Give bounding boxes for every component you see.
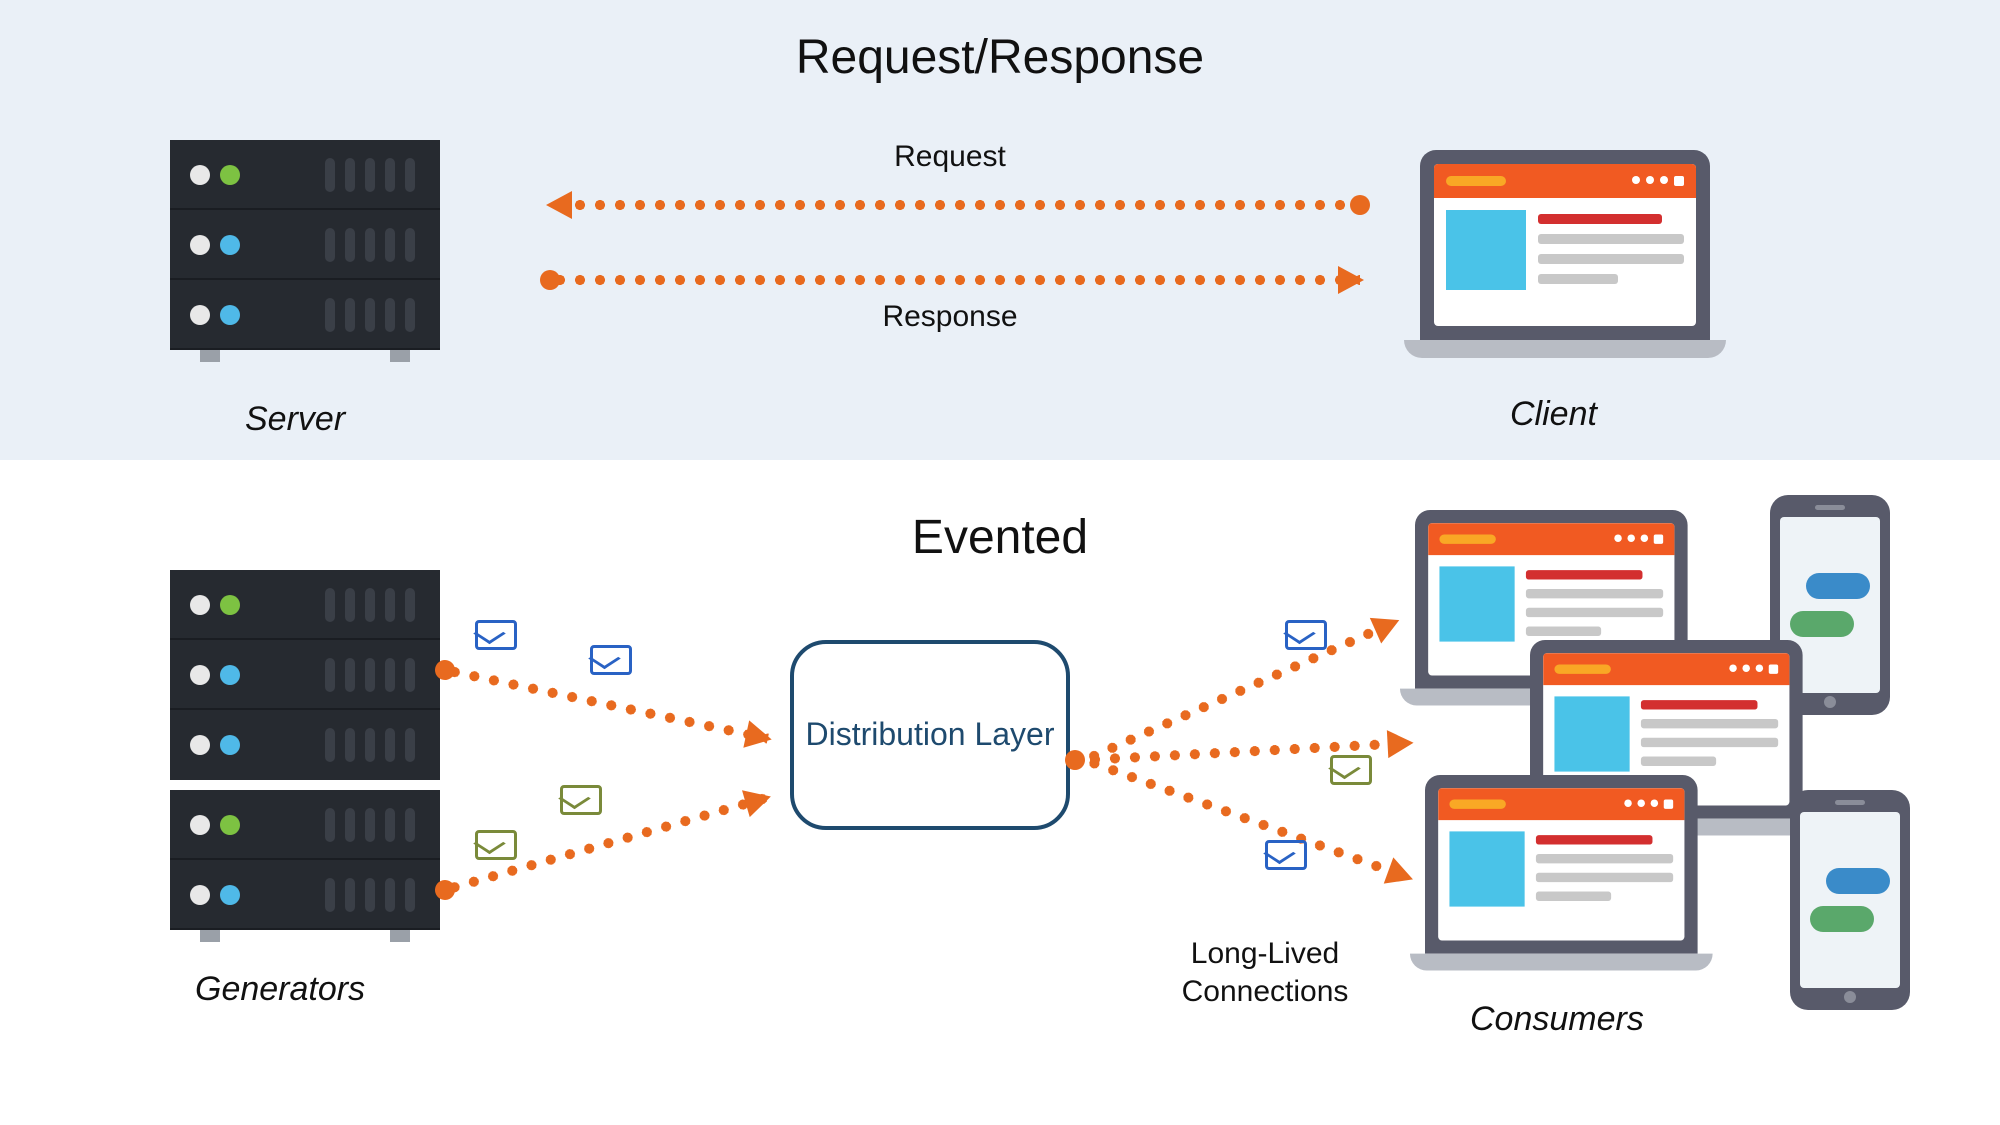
envelope-icon [1330, 755, 1372, 785]
longlived-label: Long-Lived Connections [1135, 935, 1395, 1010]
phone-icon [1790, 790, 1910, 1010]
server-label: Server [245, 400, 345, 439]
distribution-layer-label: Distribution Layer [806, 714, 1055, 756]
server-icon [170, 570, 440, 780]
generator-arrow-1 [445, 670, 768, 739]
envelope-icon [475, 620, 517, 650]
server-icon [170, 140, 440, 350]
envelope-icon [1265, 840, 1307, 870]
server-icon [170, 790, 440, 930]
envelope-icon [475, 830, 517, 860]
laptop-icon [1425, 775, 1698, 971]
distribution-layer-box: Distribution Layer [790, 640, 1070, 830]
envelope-icon [1285, 620, 1327, 650]
title-request-response: Request/Response [0, 30, 2000, 85]
title-evented: Evented [0, 510, 2000, 565]
envelope-icon [560, 785, 602, 815]
request-label: Request [850, 140, 1050, 174]
response-label: Response [840, 300, 1060, 334]
laptop-icon [1420, 150, 1710, 358]
envelope-icon [590, 645, 632, 675]
generators-label: Generators [195, 970, 365, 1009]
consumers-label: Consumers [1470, 1000, 1644, 1039]
client-label: Client [1510, 395, 1597, 434]
